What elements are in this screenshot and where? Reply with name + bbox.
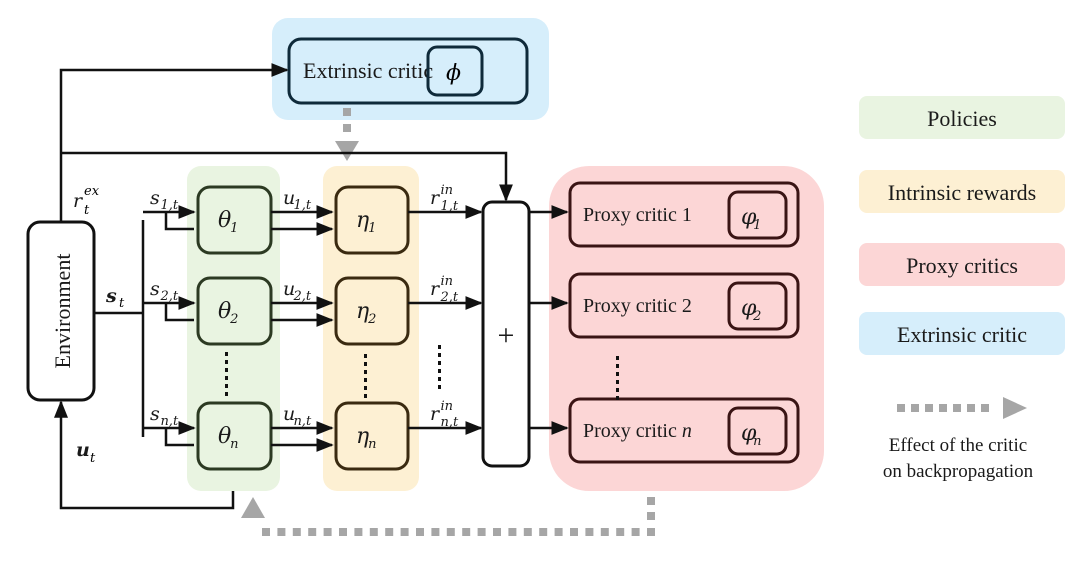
- svg-text:2,t: 2,t: [159, 289, 178, 304]
- proxy-critic-label: Proxy critic 1: [583, 204, 692, 226]
- svg-text:1: 1: [368, 221, 376, 236]
- label-action: un,t: [283, 403, 312, 429]
- svg-text:1: 1: [230, 221, 238, 236]
- extrinsic-critic-label: Extrinsic critic: [303, 58, 433, 83]
- svg-text:r: r: [73, 190, 84, 212]
- proxy-critic-label: Proxy critic n: [583, 420, 692, 442]
- label-intrinsic-reward: r in1,t: [430, 183, 459, 214]
- intrinsic-reward-box: ηn: [334, 401, 410, 471]
- label-action: u2,t: [283, 278, 312, 304]
- svg-text:r: r: [430, 187, 441, 209]
- proxy-critic-label: Proxy critic 2: [583, 295, 692, 317]
- legend-item: Intrinsic rewards: [859, 170, 1065, 213]
- legend-item: Proxy critics: [859, 243, 1065, 286]
- environment-box: Environment: [26, 220, 96, 402]
- diagram-canvas: Extrinsic critic ϕ Environment r ex t s …: [26, 18, 1065, 536]
- svg-text:in: in: [440, 274, 453, 289]
- label-state: s 2,t: [150, 278, 179, 304]
- intrinsic-reward-box: η2: [334, 276, 410, 346]
- sum-node: +: [481, 200, 531, 468]
- legend-item: Policies: [859, 96, 1065, 139]
- svg-text:n,t: n,t: [293, 414, 312, 429]
- svg-text:n,t: n,t: [440, 415, 459, 430]
- backprop-arrow-proxy: [241, 497, 655, 536]
- label-u-t: u t: [76, 439, 96, 466]
- label-state: s n,t: [150, 403, 179, 429]
- legend-label: Proxy critics: [906, 253, 1018, 278]
- svg-text:t: t: [119, 296, 125, 311]
- svg-text:s: s: [150, 187, 160, 209]
- label-r-ex: r ex t: [73, 184, 100, 218]
- legend-label: Extrinsic critic: [897, 322, 1027, 347]
- svg-text:in: in: [440, 399, 453, 414]
- legend-label: Policies: [927, 106, 997, 131]
- label-intrinsic-reward: r in2,t: [430, 274, 459, 305]
- legend-backprop-arrow: [897, 397, 1027, 419]
- label-action: u1,t: [283, 187, 312, 213]
- svg-text:ex: ex: [84, 184, 100, 199]
- legend-backprop-line2: on backpropagation: [883, 461, 1034, 482]
- policy-box: θ2: [196, 276, 273, 346]
- svg-text:in: in: [440, 183, 453, 198]
- svg-text:t: t: [90, 451, 96, 466]
- svg-text:2: 2: [229, 312, 238, 327]
- label-s-t: s t: [105, 285, 125, 311]
- svg-text:t: t: [84, 203, 90, 218]
- svg-text:1,t: 1,t: [160, 198, 178, 213]
- svg-text:2,t: 2,t: [439, 290, 458, 305]
- svg-text:1,t: 1,t: [440, 199, 458, 214]
- legend-label: Intrinsic rewards: [888, 180, 1036, 205]
- svg-text:s: s: [150, 403, 160, 425]
- label-state: s 1,t: [150, 187, 179, 213]
- svg-text:2,t: 2,t: [292, 289, 311, 304]
- svg-text:2: 2: [752, 309, 761, 324]
- intrinsic-reward-box: η1: [334, 185, 410, 255]
- legend-item: Extrinsic critic: [859, 312, 1065, 355]
- svg-text:n,t: n,t: [160, 414, 179, 429]
- label-intrinsic-reward: r inn,t: [430, 399, 459, 430]
- policy-box: θ1: [196, 185, 273, 255]
- svg-text:r: r: [430, 278, 441, 300]
- extrinsic-critic-param: ϕ: [446, 61, 461, 86]
- legend: Policies Intrinsic rewards Proxy critics Ex…: [859, 96, 1065, 355]
- svg-text:n: n: [368, 437, 376, 452]
- sum-label: +: [498, 319, 515, 352]
- environment-label: Environment: [50, 254, 75, 369]
- ellipsis-rewards: [438, 345, 441, 389]
- svg-text:n: n: [230, 437, 238, 452]
- svg-text:2: 2: [367, 312, 376, 327]
- svg-text:s: s: [105, 285, 117, 307]
- svg-text:r: r: [430, 403, 441, 425]
- legend-backprop-line1: Effect of the critic: [889, 435, 1027, 456]
- policy-box: θn: [196, 401, 273, 471]
- svg-text:s: s: [150, 278, 160, 300]
- svg-text:1: 1: [753, 218, 761, 233]
- svg-text:1,t: 1,t: [293, 198, 311, 213]
- svg-text:n: n: [753, 434, 761, 449]
- svg-text:u: u: [76, 439, 90, 461]
